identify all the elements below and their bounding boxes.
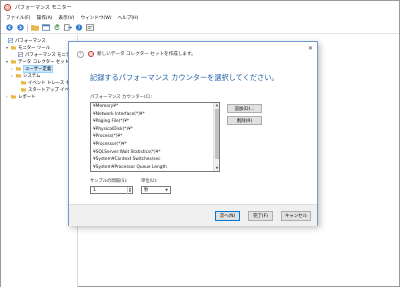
menu-window[interactable]: ウィンドウ(W) <box>80 15 111 21</box>
expand-icon[interactable]: › <box>11 66 15 71</box>
tree-item-monitoring-tools[interactable]: ▾ モニター ツール <box>6 44 50 51</box>
cancel-button[interactable]: キャンセル <box>281 211 311 221</box>
units-value: 秒 <box>144 188 149 193</box>
folder-icon <box>21 80 26 85</box>
menu-help[interactable]: ヘルプ(H) <box>118 15 139 21</box>
menu-view[interactable]: 表示(V) <box>59 15 75 21</box>
menu-bar: ファイル(F) 操作(A) 表示(V) ウィンドウ(W) ヘルプ(H) <box>1 13 399 22</box>
folder-icon[interactable] <box>31 24 39 32</box>
wizard-title: 新しいデータ コレクター セットを作成します。 <box>97 52 196 57</box>
performance-counters-list[interactable]: ¥Memory¥* ¥Network Interface(*)¥* ¥Pagin… <box>90 102 220 172</box>
create-data-collector-set-wizard: ‹ 新しいデータ コレクター セットを作成します。 ✕ 記録するパフォーマンス … <box>68 41 318 226</box>
back-icon[interactable] <box>5 24 13 32</box>
list-item[interactable]: ¥Processor(*)¥* <box>91 141 219 149</box>
add-counter-button[interactable]: 追加(D)... <box>227 104 262 113</box>
tree-item-reports[interactable]: › レポート <box>6 93 36 100</box>
counters-label: パフォーマンス カウンター(C): <box>90 95 152 100</box>
navigation-tree: パフォーマンス ▾ モニター ツール パフォーマンス モニター ▾ データ コレ… <box>1 35 79 287</box>
perfmon-app-icon <box>4 3 11 11</box>
tree-item-performance-monitor[interactable]: パフォーマンス モニター <box>13 51 75 58</box>
performance-icon <box>8 38 13 43</box>
wizard-header: ‹ 新しいデータ コレクター セットを作成します。 <box>69 42 317 66</box>
sample-interval-label: サンプルの間隔(S): <box>90 179 128 184</box>
menu-file[interactable]: ファイル(F) <box>6 15 31 21</box>
back-arrow-icon[interactable]: ‹ <box>77 50 84 58</box>
chevron-down-icon[interactable]: ▼ <box>165 187 168 194</box>
help-icon[interactable]: ? <box>75 24 83 32</box>
collapse-icon[interactable]: ▾ <box>6 45 10 50</box>
sample-interval-input[interactable]: 1 ▲ ▼ <box>90 186 133 194</box>
refresh-icon[interactable] <box>53 24 61 32</box>
folder-icon <box>16 73 21 78</box>
folder-icon <box>11 94 16 99</box>
scrollbar-thumb[interactable] <box>215 109 219 159</box>
list-item[interactable]: ¥Network Interface(*)¥* <box>91 111 219 119</box>
window-title: パフォーマンス モニター <box>15 4 72 11</box>
menu-action[interactable]: 操作(A) <box>37 15 53 21</box>
export-icon[interactable] <box>64 24 72 32</box>
folder-icon <box>11 59 16 64</box>
tree-item-performance[interactable]: パフォーマンス <box>3 37 46 44</box>
toolbar-separator <box>27 23 28 32</box>
next-button[interactable]: 次へ(N) <box>215 211 240 221</box>
tree-item-label: レポート <box>18 94 36 100</box>
properties-icon[interactable] <box>86 24 94 32</box>
vertical-scrollbar[interactable]: ▲ ▼ <box>213 103 219 171</box>
title-bar: パフォーマンス モニター <box>1 1 399 13</box>
units-label: 単位(U): <box>141 179 158 184</box>
collapse-icon[interactable]: ▾ <box>6 59 10 64</box>
list-item[interactable]: ¥Memory¥* <box>91 103 219 111</box>
folder-icon <box>11 45 16 50</box>
list-item[interactable]: ¥System¥Processor Queue Length <box>91 164 219 171</box>
folder-icon <box>21 87 26 92</box>
expand-icon[interactable]: › <box>11 73 15 78</box>
remove-counter-button[interactable]: 削除(R) <box>227 116 262 125</box>
scroll-down-icon[interactable]: ▼ <box>214 166 219 171</box>
tree-item-system[interactable]: › システム <box>11 72 40 79</box>
spin-arrows-icon[interactable]: ▲ ▼ <box>127 186 132 194</box>
expand-icon[interactable]: › <box>6 94 10 99</box>
main-window: パフォーマンス モニター ファイル(F) 操作(A) 表示(V) ウィンドウ(W… <box>0 0 400 287</box>
close-icon[interactable]: ✕ <box>308 45 313 52</box>
sample-interval-value: 1 <box>93 188 96 193</box>
list-item[interactable]: ¥SQLServer:Wait Statistics(*)¥* <box>91 149 219 157</box>
list-item[interactable]: ¥Process(*)¥* <box>91 133 219 141</box>
tree-item-label: システム <box>23 73 41 79</box>
tree-item-label: モニター ツール <box>18 45 51 51</box>
tree-item-user-defined[interactable]: › ユーザー定義 <box>11 64 54 73</box>
tree-item-label: パフォーマンス <box>15 38 46 44</box>
wizard-heading: 記録するパフォーマンス カウンターを選択してください。 <box>90 73 279 82</box>
toolbar: ? <box>1 22 399 34</box>
scroll-up-icon[interactable]: ▲ <box>214 103 219 108</box>
folder-icon <box>16 66 21 71</box>
list-item[interactable]: ¥Paging File(*)¥* <box>91 118 219 126</box>
forward-icon[interactable] <box>16 24 24 32</box>
chart-icon <box>18 52 23 57</box>
perfmon-app-icon <box>88 51 94 57</box>
list-item[interactable]: ¥PhysicalDisk(*)¥* <box>91 126 219 134</box>
console-icon[interactable] <box>42 24 50 32</box>
list-item[interactable]: ¥System¥Context Switches/sec <box>91 156 219 164</box>
svg-text:?: ? <box>78 25 81 31</box>
wizard-footer: 次へ(N) 完了(F) キャンセル <box>69 204 317 226</box>
finish-button[interactable]: 完了(F) <box>248 211 273 221</box>
units-select[interactable]: 秒 ▼ <box>141 186 171 194</box>
